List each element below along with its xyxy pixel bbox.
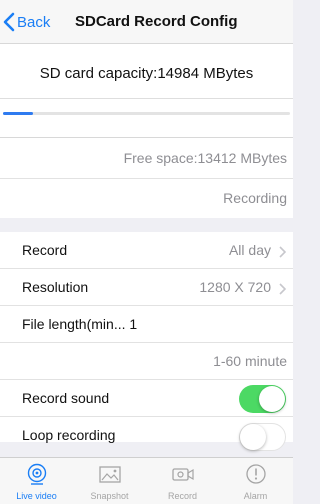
snapshot-icon xyxy=(97,463,123,487)
record-sound-row: Record sound xyxy=(0,380,293,417)
chevron-left-icon xyxy=(2,11,16,33)
navigation-bar: Back SDCard Record Config xyxy=(0,0,293,44)
live-video-icon xyxy=(24,463,50,487)
tab-label: Record xyxy=(167,491,197,501)
back-button[interactable]: Back xyxy=(2,0,50,44)
resolution-row[interactable]: Resolution 1280 X 720 xyxy=(0,269,293,306)
sd-capacity-text: SD card capacity:14984 MBytes xyxy=(39,65,254,82)
free-space-text: Free space:13412 MBytes xyxy=(123,150,287,166)
toggle-knob xyxy=(240,424,266,450)
capacity-progress-fill xyxy=(3,112,34,115)
file-length-hint-row: 1-60 minute xyxy=(0,343,293,380)
capacity-progress-bar xyxy=(3,112,290,115)
chevron-right-icon xyxy=(278,282,287,295)
tab-live-video[interactable]: Live video xyxy=(0,458,73,504)
loop-recording-toggle[interactable] xyxy=(239,423,286,451)
divider xyxy=(0,98,293,99)
storage-info-section: Free space:13412 MBytes Recording xyxy=(0,138,293,218)
settings-list: Record All day Resolution 1280 X 720 Fil… xyxy=(0,232,293,451)
record-sound-label: Record sound xyxy=(22,390,110,406)
record-mode-label: Record xyxy=(22,242,68,258)
tab-label: Live video xyxy=(16,491,57,501)
file-length-hint: 1-60 minute xyxy=(213,353,287,369)
page-title: SDCard Record Config xyxy=(75,13,238,30)
tab-bar: Live video Snapshot Record Alarm xyxy=(0,457,293,504)
resolution-value: 1280 X 720 xyxy=(199,279,271,295)
record-icon xyxy=(170,463,196,487)
tab-label: Alarm xyxy=(243,491,268,501)
back-label: Back xyxy=(17,13,51,31)
recording-status-text: Recording xyxy=(223,190,287,206)
toggle-knob xyxy=(259,386,285,412)
tab-alarm[interactable]: Alarm xyxy=(219,458,292,504)
tab-record[interactable]: Record xyxy=(146,458,219,504)
tab-label: Snapshot xyxy=(90,491,129,501)
loop-recording-row: Loop recording xyxy=(0,417,293,454)
capacity-section: SD card capacity:14984 MBytes xyxy=(0,44,293,138)
record-mode-value: All day xyxy=(228,242,271,258)
chevron-right-icon xyxy=(278,245,287,258)
loop-recording-label: Loop recording xyxy=(22,427,116,443)
file-length-row[interactable]: File length(min... 1 xyxy=(0,306,293,343)
alarm-icon xyxy=(243,463,269,487)
resolution-label: Resolution xyxy=(22,279,89,295)
sdcard-record-config-screen: Back SDCard Record Config SD card capaci… xyxy=(0,0,293,504)
record-mode-row[interactable]: Record All day xyxy=(0,232,293,269)
file-length-input[interactable]: File length(min... 1 xyxy=(22,306,137,343)
tab-snapshot[interactable]: Snapshot xyxy=(73,458,146,504)
record-sound-toggle[interactable] xyxy=(239,385,286,413)
